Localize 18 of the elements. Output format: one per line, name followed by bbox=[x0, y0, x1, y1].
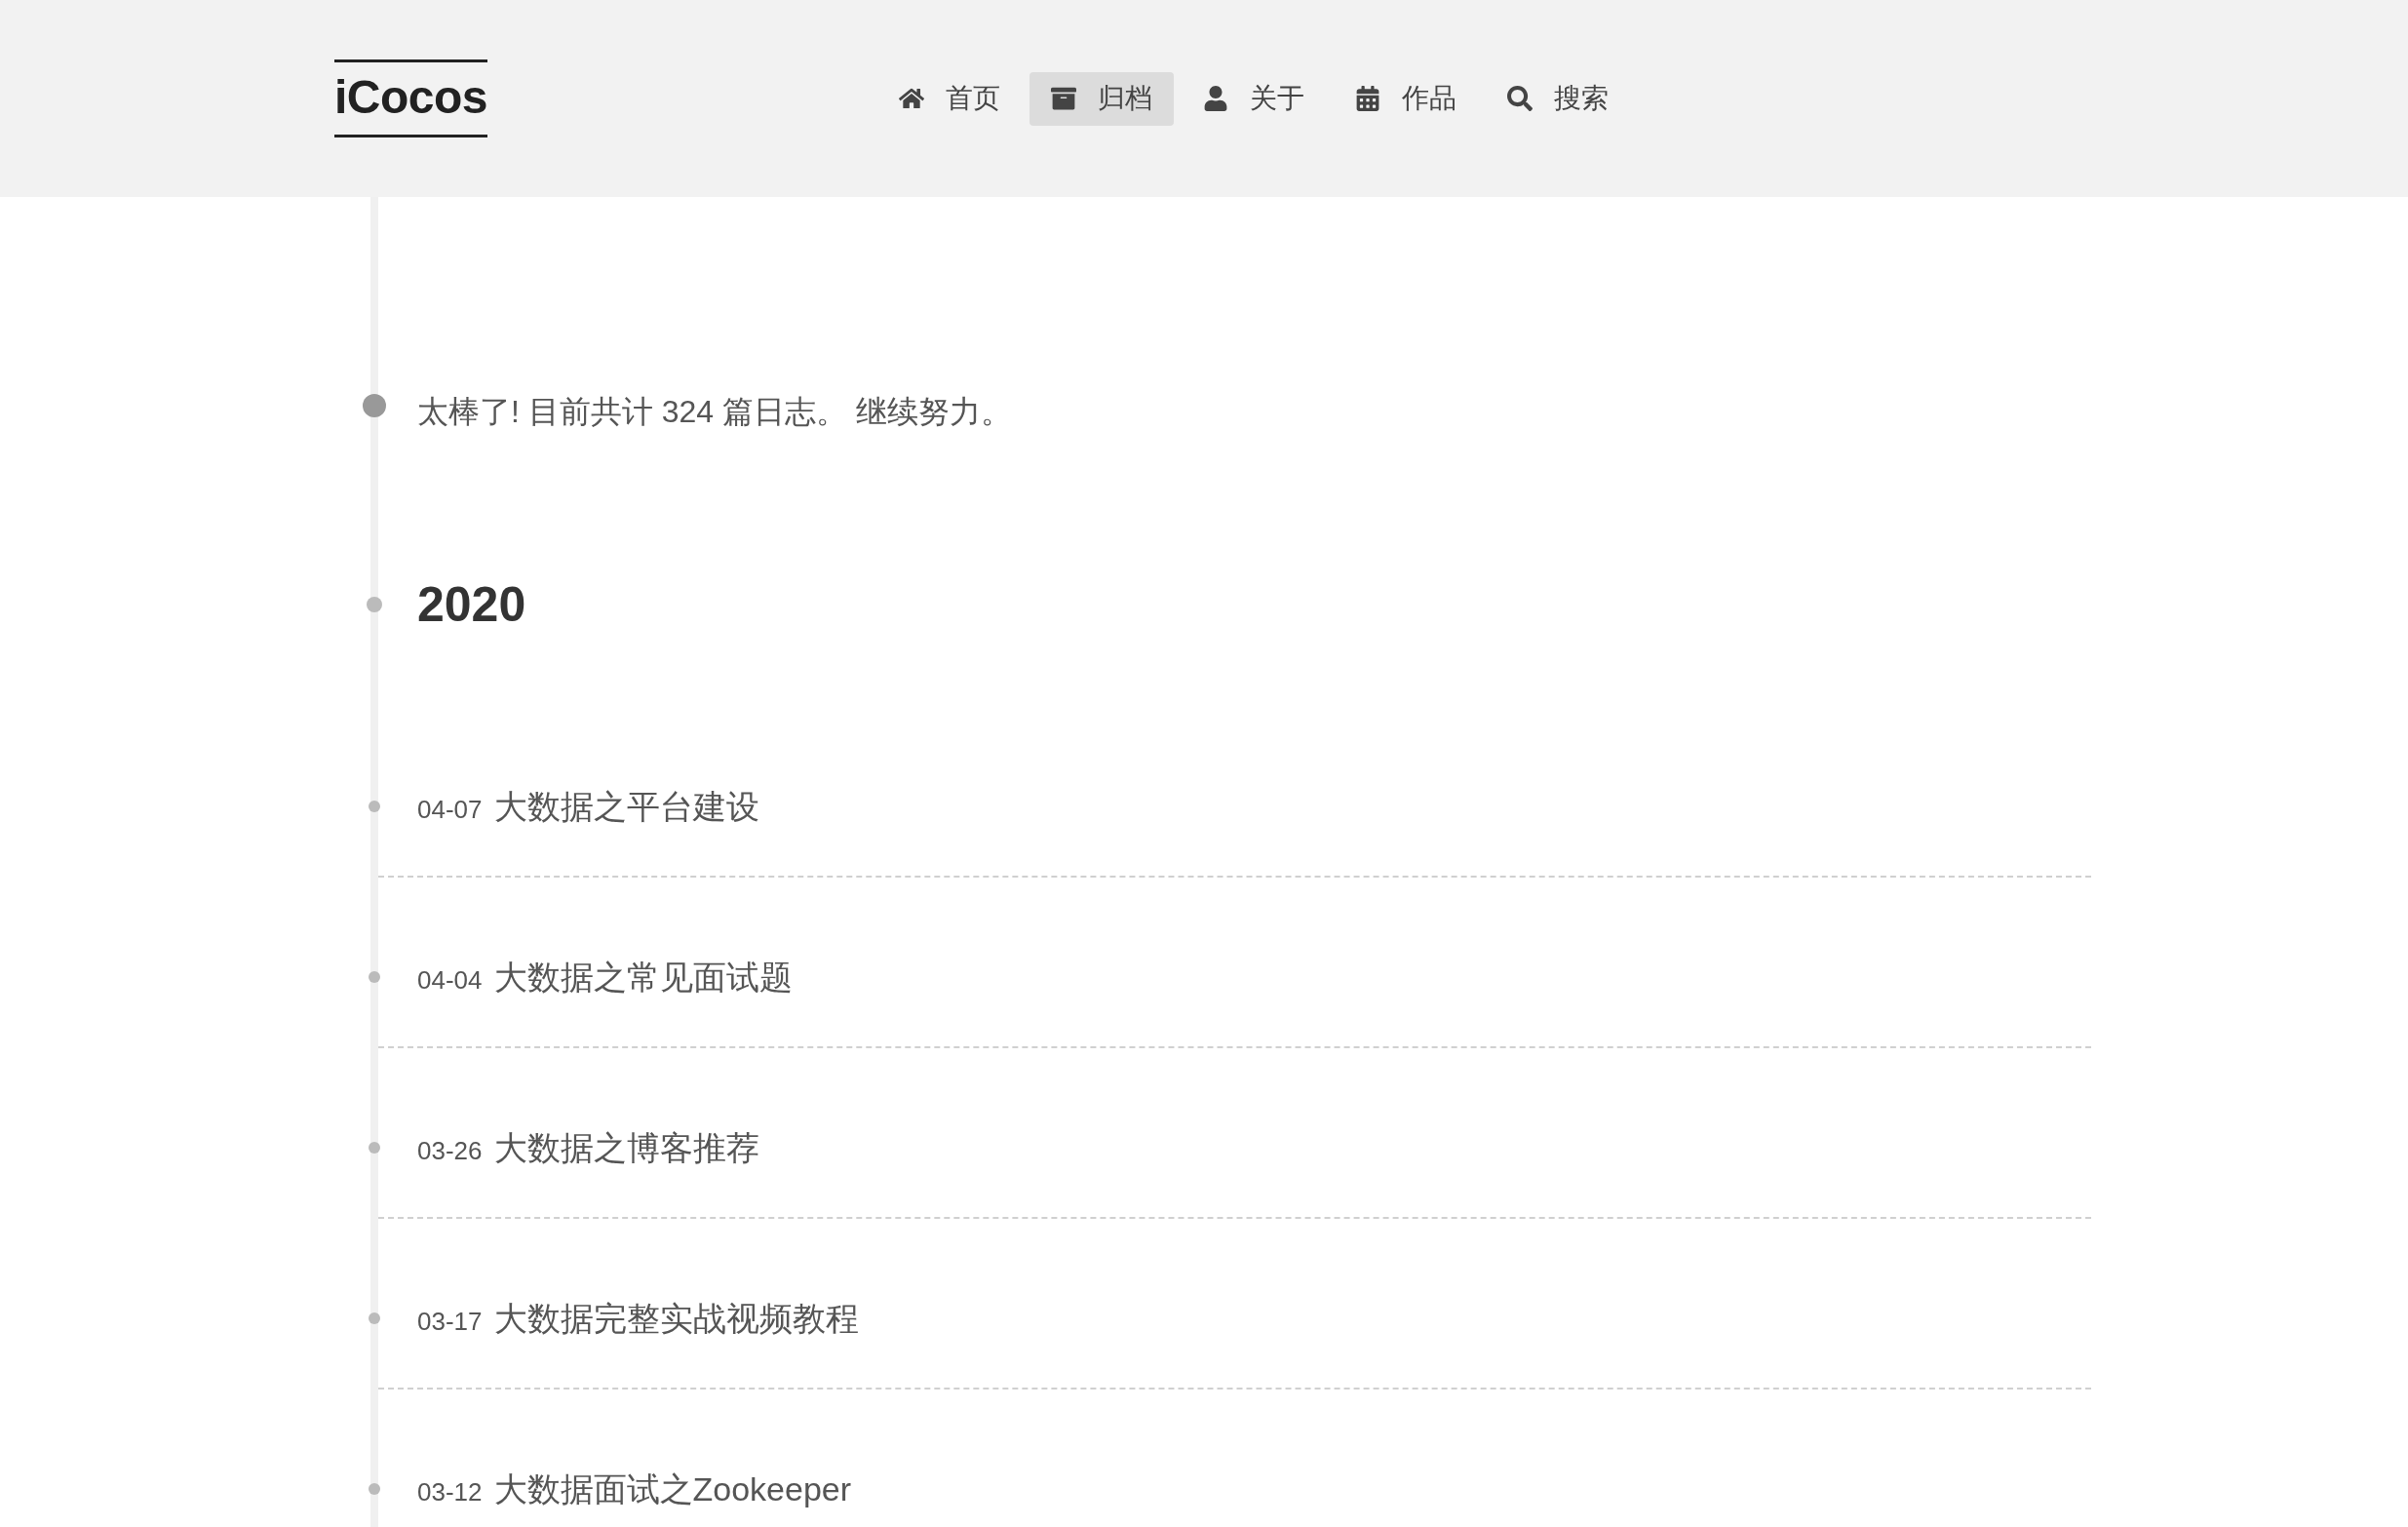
post-date: 03-26 bbox=[417, 1135, 483, 1167]
site-logo[interactable]: iCocos bbox=[334, 59, 488, 137]
nav-link[interactable]: 关于 bbox=[1182, 71, 1327, 126]
archive-summary: 太棒了! 目前共计 324 篇日志。 继续努力。 bbox=[417, 393, 1012, 431]
post-date: 04-04 bbox=[417, 964, 483, 997]
post-date: 03-17 bbox=[417, 1306, 483, 1338]
year-heading: 2020 bbox=[417, 576, 526, 634]
nav-link[interactable]: 首页 bbox=[877, 71, 1023, 126]
post-title-link[interactable]: 大数据完整实战视频教程 bbox=[493, 1299, 859, 1338]
post-title-link[interactable]: 大数据之平台建设 bbox=[493, 787, 759, 826]
post-date: 03-12 bbox=[417, 1476, 483, 1508]
nav-link[interactable]: 作品 bbox=[1334, 71, 1479, 126]
nav-link[interactable]: 归档 bbox=[1029, 71, 1175, 126]
nav-link[interactable]: 搜索 bbox=[1486, 71, 1631, 126]
post-title-link[interactable]: 大数据面试之Zookeeper bbox=[493, 1469, 852, 1508]
post-title-link[interactable]: 大数据之博客推荐 bbox=[493, 1128, 759, 1167]
post-title-link[interactable]: 大数据之常见面试题 bbox=[493, 958, 793, 997]
post-date: 04-07 bbox=[417, 794, 483, 826]
